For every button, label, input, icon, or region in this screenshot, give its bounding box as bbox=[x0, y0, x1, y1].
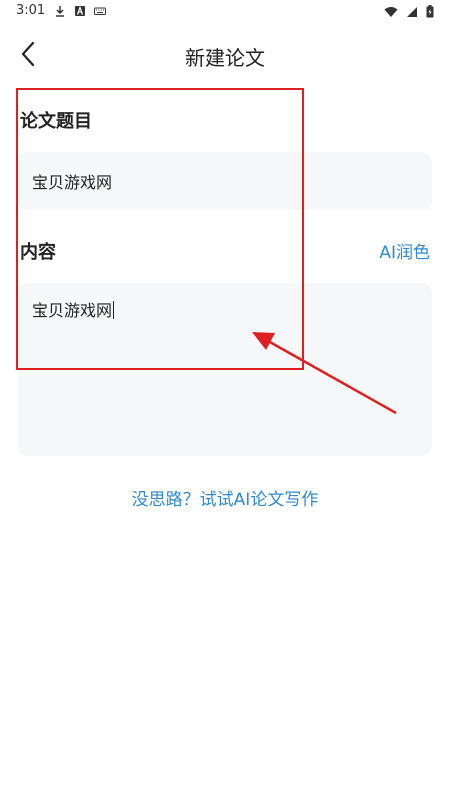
ai-writing-link[interactable]: 没思路？试试AI论文写作 bbox=[0, 485, 450, 510]
content-label: 内容 bbox=[20, 242, 56, 263]
battery-icon bbox=[426, 5, 434, 18]
title-label: 论文题目 bbox=[20, 111, 92, 132]
title-input[interactable]: 宝贝游戏网 bbox=[18, 152, 432, 210]
signal-icon bbox=[407, 6, 417, 17]
content-textarea-value: 宝贝游戏网 bbox=[32, 301, 113, 320]
ai-polish-button[interactable]: AI润色 bbox=[379, 238, 430, 263]
title-input-value: 宝贝游戏网 bbox=[32, 173, 113, 192]
header: 新建论文 bbox=[0, 28, 450, 80]
wifi-icon bbox=[384, 6, 398, 17]
download-icon bbox=[56, 6, 64, 17]
status-time: 3:01 bbox=[16, 3, 46, 18]
status-bar: 3:01 bbox=[0, 0, 450, 24]
text-caret bbox=[113, 301, 115, 319]
keyboard-icon bbox=[94, 7, 106, 15]
page-title: 新建论文 bbox=[185, 46, 265, 70]
a-icon bbox=[75, 5, 85, 16]
screen: 3:01 新建论文 论文题目 宝贝游戏网 内容 AI润色 宝贝游戏网 没思路？试… bbox=[0, 0, 450, 800]
status-right-icons bbox=[384, 5, 434, 18]
status-left-icons bbox=[54, 5, 106, 17]
content-textarea[interactable]: 宝贝游戏网 bbox=[18, 283, 432, 456]
